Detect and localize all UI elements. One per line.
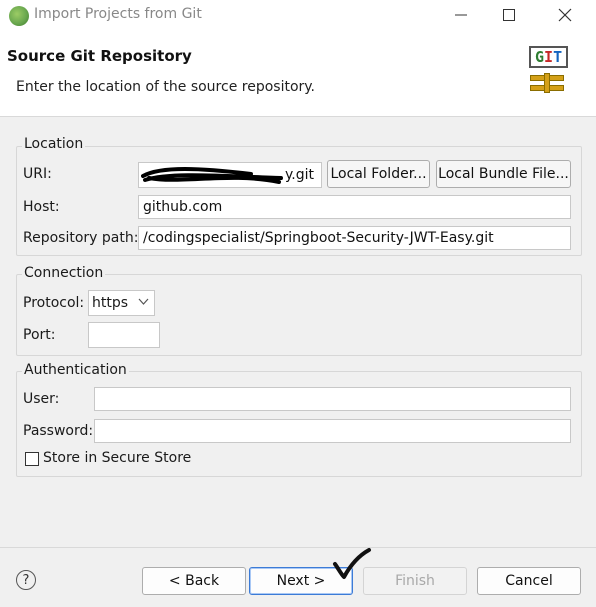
help-icon: ? — [22, 572, 30, 588]
repository-path-label: Repository path: — [23, 230, 139, 246]
local-folder-button[interactable]: Local Folder... — [327, 160, 430, 188]
page-description: Enter the location of the source reposit… — [16, 79, 316, 95]
close-icon — [558, 8, 572, 22]
minimize-icon — [455, 14, 467, 16]
git-logo-text: GIT — [529, 46, 569, 68]
chevron-down-icon — [138, 296, 149, 310]
minimize-button[interactable] — [450, 4, 472, 26]
help-button[interactable]: ? — [16, 570, 36, 590]
host-input[interactable]: github.com — [138, 195, 571, 219]
wizard-header: Source Git Repository Enter the location… — [0, 32, 596, 116]
store-secure-label[interactable]: Store in Secure Store — [43, 450, 191, 466]
location-legend: Location — [22, 136, 86, 152]
title-bar: Import Projects from Git — [0, 0, 596, 32]
connection-legend: Connection — [22, 265, 106, 281]
protocol-select[interactable]: https — [88, 290, 155, 316]
back-button[interactable]: < Back — [142, 567, 246, 595]
footer-separator — [0, 547, 596, 548]
user-input[interactable] — [94, 387, 571, 411]
handwritten-check-mark — [333, 548, 371, 579]
cancel-button[interactable]: Cancel — [477, 567, 581, 595]
git-logo-icon: GIT — [520, 43, 572, 99]
protocol-value: https — [92, 295, 129, 311]
git-logo-bars — [530, 73, 564, 93]
authentication-legend: Authentication — [22, 362, 129, 378]
repository-path-input[interactable]: /codingspecialist/Springboot-Security-JW… — [138, 226, 571, 250]
user-label: User: — [23, 391, 60, 407]
port-input[interactable] — [88, 322, 160, 348]
protocol-label: Protocol: — [23, 295, 85, 311]
redaction-scribble — [141, 167, 283, 184]
local-bundle-file-button[interactable]: Local Bundle File... — [436, 160, 571, 188]
port-label: Port: — [23, 327, 56, 343]
maximize-icon — [503, 9, 515, 21]
password-input[interactable] — [94, 419, 571, 443]
uri-input[interactable]: y.git — [138, 162, 322, 188]
eclipse-app-icon — [9, 6, 29, 26]
close-button[interactable] — [554, 4, 576, 26]
page-title: Source Git Repository — [7, 47, 192, 65]
password-label: Password: — [23, 423, 94, 439]
window-title: Import Projects from Git — [34, 6, 202, 22]
uri-label: URI: — [23, 166, 52, 182]
host-label: Host: — [23, 199, 60, 215]
maximize-button[interactable] — [498, 4, 520, 26]
store-secure-checkbox[interactable] — [25, 452, 39, 466]
uri-value-suffix: y.git — [285, 167, 315, 183]
finish-button[interactable]: Finish — [363, 567, 467, 595]
